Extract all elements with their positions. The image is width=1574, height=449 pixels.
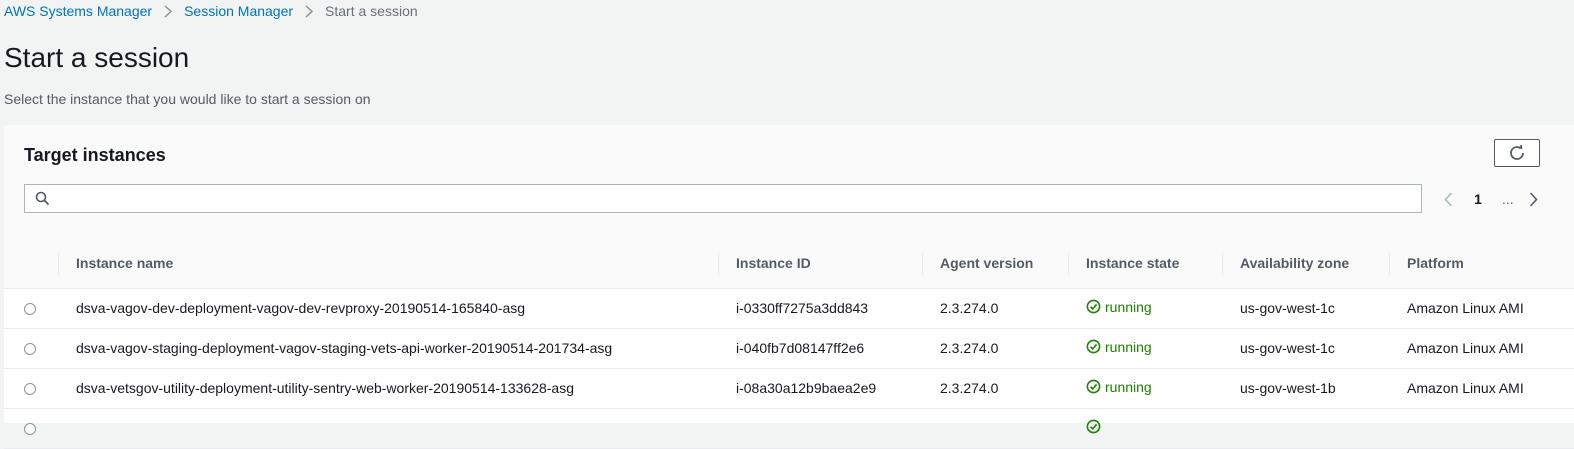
agent-version-cell: 2.3.274.0 <box>940 300 999 316</box>
instance-name-cell: dsva-vagov-staging-deployment-vagov-stag… <box>76 340 613 356</box>
search-input[interactable] <box>57 187 1411 212</box>
availability-zone-cell: us-gov-west-1b <box>1240 380 1336 396</box>
breadcrumb: AWS Systems Manager Session Manager Star… <box>4 2 418 20</box>
status-text: running <box>1105 378 1152 395</box>
instance-state-cell: running <box>1068 328 1222 368</box>
table-row[interactable]: dsva-vagov-dev-deployment-vagov-dev-revp… <box>4 288 1574 328</box>
search-icon <box>35 191 50 211</box>
instance-state-cell: running <box>1068 368 1222 408</box>
instances-table: Instance name Instance ID Agent version … <box>4 239 1574 449</box>
panel-header: Target instances 1 ... <box>4 125 1574 240</box>
breadcrumb-current: Start a session <box>325 3 418 19</box>
target-instances-panel: Target instances 1 ... Instance name Ins… <box>4 125 1574 448</box>
column-header-instance-id[interactable]: Instance ID <box>718 239 922 289</box>
check-circle-icon <box>1086 299 1101 314</box>
instance-id-cell: i-08a30a12b9baea2e9 <box>736 380 877 396</box>
availability-zone-cell <box>1222 408 1389 448</box>
availability-zone-cell: us-gov-west-1c <box>1240 300 1335 316</box>
check-circle-icon <box>1086 379 1101 394</box>
row-select-radio[interactable] <box>24 423 36 436</box>
platform-cell: Amazon Linux AMI <box>1407 380 1524 396</box>
chevron-right-icon <box>164 4 173 18</box>
column-header-instance-state[interactable]: Instance state <box>1068 239 1222 289</box>
instance-state-cell <box>1068 408 1222 448</box>
instance-state-cell: running <box>1068 288 1222 328</box>
instance-name-cell: dsva-vetsgov-utility-deployment-utility-… <box>76 380 575 396</box>
page-number-current[interactable]: 1 <box>1473 191 1483 207</box>
pagination-ellipsis: ... <box>1502 191 1514 207</box>
breadcrumb-link-session-manager[interactable]: Session Manager <box>184 3 293 19</box>
status-badge: running <box>1086 339 1152 355</box>
instance-id-cell <box>718 408 922 448</box>
previous-page-button[interactable] <box>1440 188 1456 210</box>
table-row[interactable] <box>4 408 1574 448</box>
table-row[interactable]: dsva-vetsgov-utility-deployment-utility-… <box>4 368 1574 408</box>
refresh-icon <box>1508 144 1526 162</box>
table-header-row: Instance name Instance ID Agent version … <box>4 239 1574 289</box>
instance-name-cell: dsva-vagov-dev-deployment-vagov-dev-revp… <box>76 300 526 316</box>
breadcrumb-link-systems-manager[interactable]: AWS Systems Manager <box>4 3 152 19</box>
agent-version-cell: 2.3.274.0 <box>940 380 999 396</box>
instance-id-cell: i-0330ff7275a3dd843 <box>736 300 869 316</box>
row-select-radio[interactable] <box>24 383 36 396</box>
platform-cell: Amazon Linux AMI <box>1407 340 1524 356</box>
row-select-radio[interactable] <box>24 303 36 316</box>
column-header-instance-name[interactable]: Instance name <box>58 239 718 289</box>
search-field <box>24 184 1422 213</box>
agent-version-cell <box>922 408 1068 448</box>
refresh-button[interactable] <box>1494 139 1540 167</box>
status-badge: running <box>1086 379 1152 395</box>
page-title: Start a session <box>4 42 190 73</box>
chevron-right-icon <box>305 4 314 18</box>
check-circle-icon <box>1086 419 1101 434</box>
instance-name-cell <box>58 408 718 448</box>
column-header-availability-zone[interactable]: Availability zone <box>1222 239 1389 289</box>
status-badge: running <box>1086 299 1152 315</box>
instance-id-cell: i-040fb7d08147ff2e6 <box>736 340 865 356</box>
agent-version-cell: 2.3.274.0 <box>940 340 999 356</box>
next-page-button[interactable] <box>1526 188 1542 210</box>
platform-cell <box>1389 408 1574 448</box>
availability-zone-cell: us-gov-west-1c <box>1240 340 1335 356</box>
column-header-platform[interactable]: Platform <box>1389 239 1574 289</box>
status-text: running <box>1105 338 1152 355</box>
status-text: running <box>1105 298 1152 315</box>
select-column-header <box>4 239 58 289</box>
column-header-agent-version[interactable]: Agent version <box>922 239 1068 289</box>
status-badge <box>1086 419 1105 434</box>
row-select-radio[interactable] <box>24 343 36 356</box>
panel-title: Target instances <box>24 145 166 165</box>
page-description: Select the instance that you would like … <box>4 91 371 107</box>
pagination: 1 ... <box>1440 188 1542 210</box>
platform-cell: Amazon Linux AMI <box>1407 300 1524 316</box>
table-row[interactable]: dsva-vagov-staging-deployment-vagov-stag… <box>4 328 1574 368</box>
check-circle-icon <box>1086 339 1101 354</box>
